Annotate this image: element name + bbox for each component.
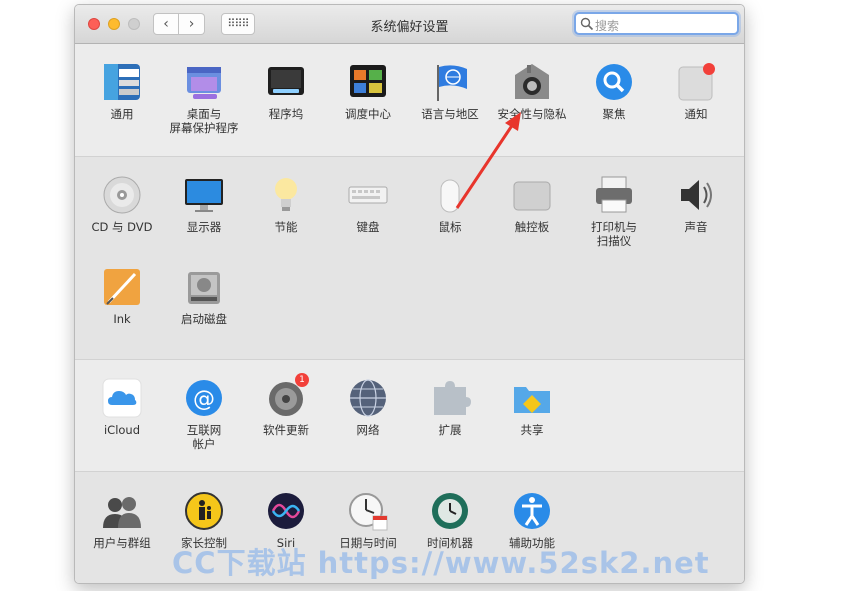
pref-label: 聚焦 xyxy=(602,107,626,121)
ink-icon xyxy=(101,266,143,308)
cd-dvd-icon xyxy=(101,174,143,216)
search-placeholder: 搜索 xyxy=(595,19,620,33)
parental-controls-icon xyxy=(183,490,225,532)
mouse-icon xyxy=(429,174,471,216)
pref-label: 通用 xyxy=(110,107,134,121)
software-update-icon: 1 xyxy=(265,373,309,419)
pref-printers-scanners[interactable]: 打印机与 扫描仪 xyxy=(573,174,655,248)
pref-sharing[interactable]: 共享 xyxy=(491,377,573,437)
watermark-text: CC下载站 https://www.52sk2.net xyxy=(172,546,710,580)
update-count-badge: 1 xyxy=(295,373,309,387)
pref-security-privacy[interactable]: 安全性与隐私 xyxy=(491,61,573,121)
pref-network[interactable]: 网络 xyxy=(327,377,409,437)
spotlight-icon xyxy=(593,61,635,103)
search-field[interactable]: 搜索 xyxy=(574,12,739,35)
pref-label: 通知 xyxy=(684,107,708,121)
pref-label: CD 与 DVD xyxy=(91,220,153,234)
svg-text:@: @ xyxy=(193,387,215,412)
pref-mission-control[interactable]: 调度中心 xyxy=(327,61,409,121)
pref-spotlight[interactable]: 聚焦 xyxy=(573,61,655,121)
pref-label: 打印机与 扫描仪 xyxy=(591,220,637,248)
pref-users-groups[interactable]: 用户与群组 xyxy=(81,490,163,550)
pref-label: 触控板 xyxy=(514,220,550,234)
pref-displays[interactable]: 显示器 xyxy=(163,174,245,234)
sound-icon xyxy=(675,174,717,216)
accessibility-icon xyxy=(511,490,553,532)
mission-control-icon xyxy=(347,61,389,103)
icloud-icon xyxy=(101,377,143,419)
general-icon xyxy=(101,61,143,103)
printers-scanners-icon xyxy=(593,174,635,216)
pref-dock[interactable]: 程序坞 xyxy=(245,61,327,121)
date-time-icon xyxy=(347,490,389,532)
trackpad-icon xyxy=(511,174,553,216)
pref-label: 程序坞 xyxy=(268,107,304,121)
startup-disk-icon xyxy=(183,266,225,308)
pref-label: 显示器 xyxy=(186,220,222,234)
energy-saver-icon xyxy=(265,174,307,216)
pref-label: 扩展 xyxy=(438,423,462,437)
keyboard-icon xyxy=(347,174,389,216)
pref-trackpad[interactable]: 触控板 xyxy=(491,174,573,234)
pref-label: iCloud xyxy=(103,423,141,437)
pref-energy-saver[interactable]: 节能 xyxy=(245,174,327,234)
language-region-icon xyxy=(429,61,471,103)
pref-label: 启动磁盘 xyxy=(181,312,227,326)
pref-startup-disk[interactable]: 启动磁盘 xyxy=(163,266,245,326)
pref-general[interactable]: 通用 xyxy=(81,61,163,121)
title-bar: ‹ › ⠿⠿⠿ 系统偏好设置 搜索 xyxy=(75,5,744,44)
pref-label: 用户与群组 xyxy=(93,536,151,550)
pref-language-region[interactable]: 语言与地区 xyxy=(409,61,491,121)
pref-mouse[interactable]: 鼠标 xyxy=(409,174,491,234)
displays-icon xyxy=(183,174,225,216)
pref-ink[interactable]: Ink xyxy=(81,266,163,326)
pref-software-update[interactable]: 1 软件更新 xyxy=(245,373,327,437)
siri-icon xyxy=(265,490,307,532)
pref-label: 安全性与隐私 xyxy=(497,107,567,121)
pref-label: 节能 xyxy=(274,220,298,234)
pref-extensions[interactable]: 扩展 xyxy=(409,377,491,437)
pref-label: 共享 xyxy=(520,423,544,437)
pref-label: Ink xyxy=(113,312,131,326)
pref-keyboard[interactable]: 键盘 xyxy=(327,174,409,234)
pref-label: 鼠标 xyxy=(438,220,462,234)
pref-internet-accounts[interactable]: @ 互联网 帐户 xyxy=(163,377,245,451)
internet-accounts-icon: @ xyxy=(183,377,225,419)
pref-label: 互联网 帐户 xyxy=(186,423,222,451)
pref-label: 调度中心 xyxy=(345,107,391,121)
dock-icon xyxy=(265,61,307,103)
pref-notifications[interactable]: 通知 xyxy=(655,61,737,121)
sharing-icon xyxy=(511,377,553,419)
security-privacy-icon xyxy=(511,61,553,103)
pref-icloud[interactable]: iCloud xyxy=(81,377,163,437)
extensions-icon xyxy=(429,377,471,419)
pref-label: 键盘 xyxy=(356,220,380,234)
pref-desktop-screensaver[interactable]: 桌面与 屏幕保护程序 xyxy=(163,61,245,135)
pref-sound[interactable]: 声音 xyxy=(655,174,737,234)
pref-label: 网络 xyxy=(356,423,380,437)
desktop-screensaver-icon xyxy=(183,61,225,103)
pref-cd-dvd[interactable]: CD 与 DVD xyxy=(81,174,163,234)
search-icon xyxy=(580,17,594,31)
system-preferences-window: ‹ › ⠿⠿⠿ 系统偏好设置 搜索 通用 桌面与 屏幕保护程序 程序坞 调度中心 语言与… xyxy=(74,4,745,584)
pref-label: 软件更新 xyxy=(263,423,309,437)
pref-label: 桌面与 屏幕保护程序 xyxy=(169,107,239,135)
users-groups-icon xyxy=(101,490,143,532)
pref-label: 语言与地区 xyxy=(421,107,479,121)
notifications-icon xyxy=(675,61,717,103)
pref-label: 声音 xyxy=(684,220,708,234)
network-icon xyxy=(347,377,389,419)
time-machine-icon xyxy=(429,490,471,532)
